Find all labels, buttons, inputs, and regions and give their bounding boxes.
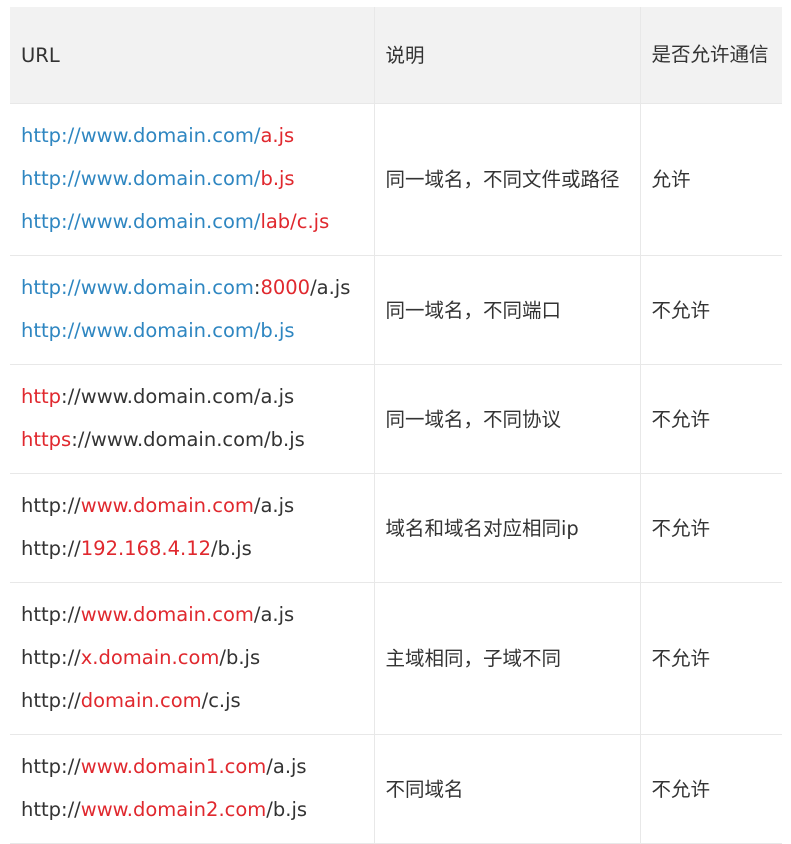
url-cell: http://www.domain.com/a.js https://www.do… [10,364,375,474]
url-segment: http:// [21,646,81,669]
url-segment: http:// [21,798,81,821]
url-segment: http://www.domain.com [21,276,254,299]
url-segment: ://www.domain.com/a.js [61,385,295,408]
url-segment: http:// [21,537,81,560]
url-line: http://x.domain.com/b.js [21,636,374,679]
url-highlight-segment: www.domain1.com [80,755,267,778]
url-highlight-segment: http [21,385,62,408]
url-highlight-segment: a.js [260,124,295,147]
url-line: http://www.domain.com/lab/c.js [21,200,374,243]
url-line: http://www.domain1.com/a.js [21,745,374,788]
url-segment: http://www.domain.com/b.js [21,319,295,342]
url-line: http://www.domain.com/b.js [21,309,374,352]
url-line: http://www.domain.com/b.js [21,157,374,200]
url-cell: http://www.domain.com/a.js http://x.domai… [10,582,375,735]
url-segment: http:// [21,603,81,626]
url-segment: http:// [21,494,81,517]
url-segment: ://www.domain.com/b.js [71,428,305,451]
url-line: http://domain.com/c.js [21,679,374,722]
url-segment: http://www.domain.com/ [21,210,261,233]
description-cell: 主域相同，子域不同 [374,582,641,735]
url-line: https://www.domain.com/b.js [21,418,374,461]
header-allow-communication: 是否允许通信 [640,7,782,104]
url-line: http://www.domain.com/a.js [21,114,374,157]
header-description: 说明 [374,7,641,104]
url-cell: http://www.domain.com/a.js http://192.168… [10,473,375,583]
url-segment: /c.js [201,689,241,712]
allow-cell: 允许 [640,103,782,256]
url-highlight-segment: www.domain.com [80,603,254,626]
description-cell: 不同域名 [374,734,641,844]
url-highlight-segment: domain.com [80,689,202,712]
url-cell: http://www.domain.com:8000/a.js http://ww… [10,255,375,365]
allow-cell: 不允许 [640,473,782,583]
table-row: http://www.domain.com/a.js http://x.domai… [10,582,782,735]
description-cell: 同一域名，不同文件或路径 [374,103,641,256]
url-line: http://www.domain.com:8000/a.js [21,266,374,309]
url-segment: /b.js [211,537,252,560]
url-line: http://www.domain.com/a.js [21,593,374,636]
description-cell: 域名和域名对应相同ip [374,473,641,583]
url-line: http://www.domain.com/a.js [21,484,374,527]
url-line: http://www.domain.com/a.js [21,375,374,418]
url-highlight-segment: 8000 [260,276,311,299]
allow-cell: 不允许 [640,582,782,735]
description-cell: 同一域名，不同端口 [374,255,641,365]
url-cell: http://www.domain1.com/a.js http://www.do… [10,734,375,844]
url-segment: http:// [21,689,81,712]
url-highlight-segment: www.domain.com [80,494,254,517]
url-line: http://192.168.4.12/b.js [21,527,374,570]
url-highlight-segment: 192.168.4.12 [80,537,212,560]
same-origin-policy-table: URL 说明 是否允许通信 http://www.domain.com/a.js… [10,7,782,844]
url-segment: /b.js [219,646,261,669]
url-highlight-segment: https [21,428,72,451]
url-highlight-segment: x.domain.com [80,646,220,669]
allow-cell: 不允许 [640,255,782,365]
url-cell: http://www.domain.com/a.js http://www.dom… [10,103,375,256]
table-row: http://www.domain1.com/a.js http://www.do… [10,734,782,844]
header-url: URL [10,7,375,104]
url-segment: http:// [21,755,81,778]
table-row: http://www.domain.com/a.js https://www.do… [10,364,782,474]
url-line: http://www.domain2.com/b.js [21,788,374,831]
allow-cell: 不允许 [640,364,782,474]
url-segment: /a.js [253,603,295,626]
url-highlight-segment: lab/c.js [260,210,330,233]
table-row: http://www.domain.com:8000/a.js http://ww… [10,255,782,365]
url-segment: /b.js [266,798,308,821]
table-header-row: URL 说明 是否允许通信 [10,7,782,104]
url-segment: http://www.domain.com/ [21,124,261,147]
url-segment: /a.js [253,494,295,517]
url-highlight-segment: www.domain2.com [80,798,267,821]
url-segment: /a.js [310,276,351,299]
table-row: http://www.domain.com/a.js http://www.dom… [10,103,782,256]
url-segment: /a.js [266,755,307,778]
url-highlight-segment: b.js [260,167,295,190]
table-row: http://www.domain.com/a.js http://192.168… [10,473,782,583]
url-segment: http://www.domain.com/ [21,167,261,190]
allow-cell: 不允许 [640,734,782,844]
description-cell: 同一域名，不同协议 [374,364,641,474]
